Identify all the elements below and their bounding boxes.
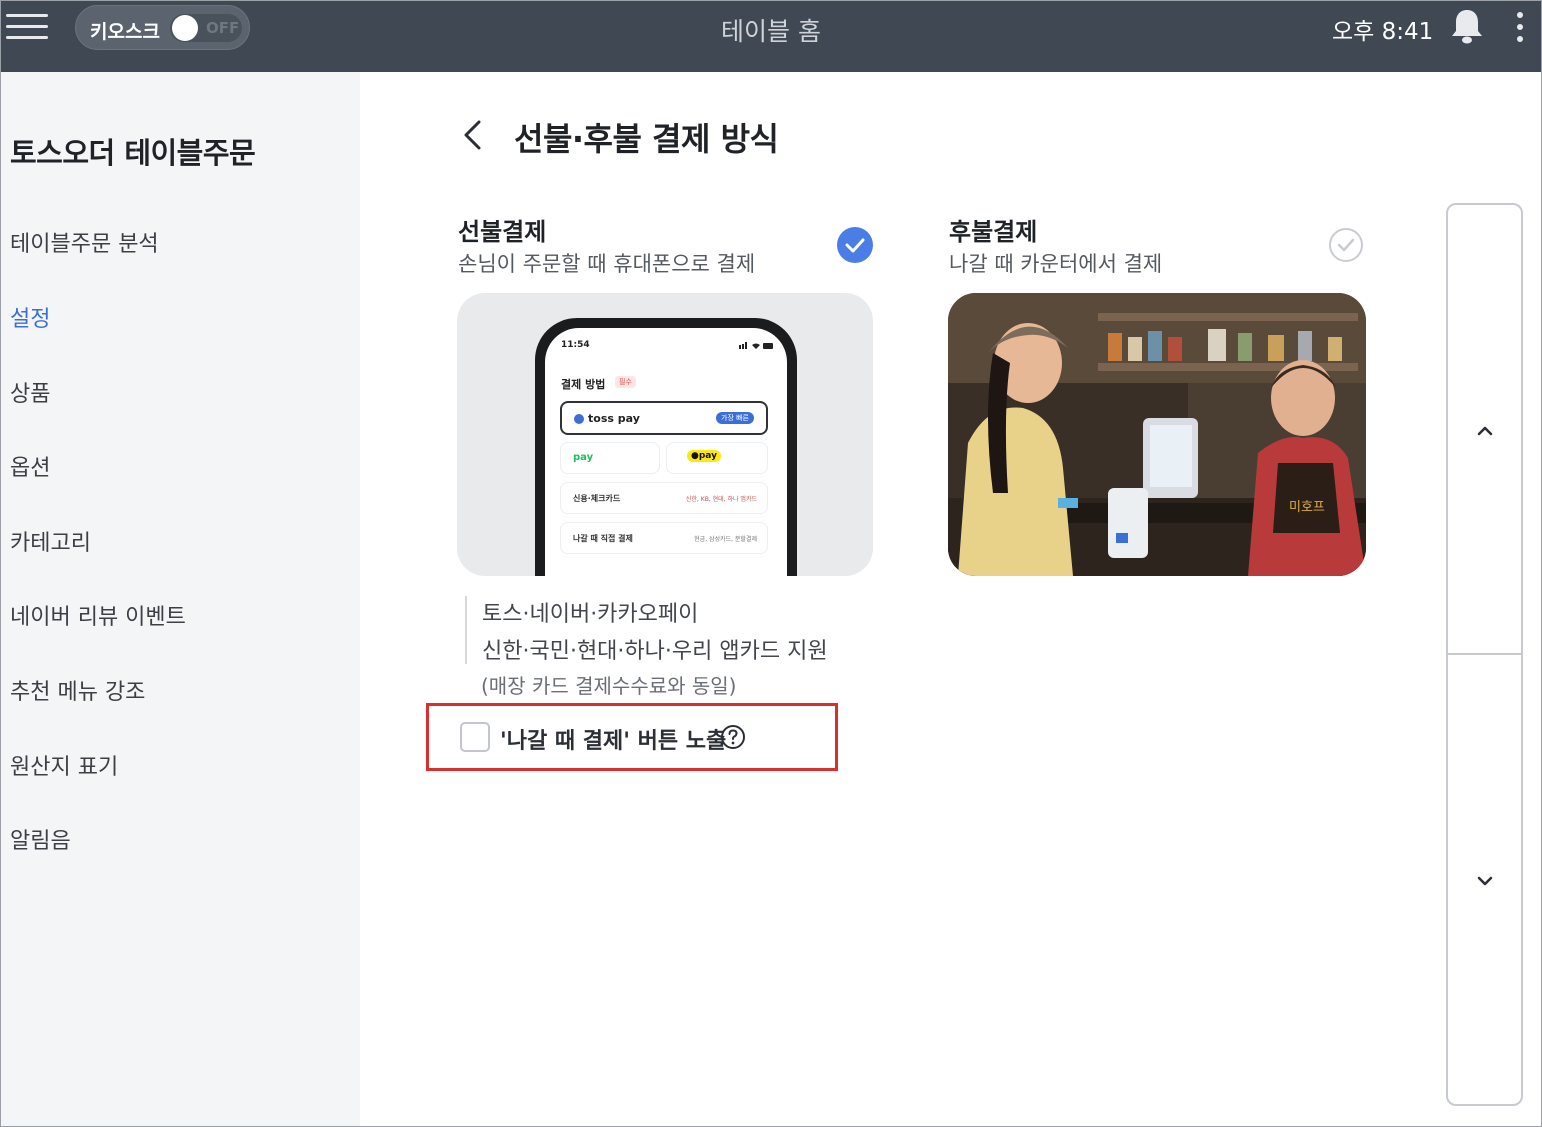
prepay-selected-check[interactable] xyxy=(837,227,873,263)
sidebar-item-options[interactable]: 옵션 xyxy=(10,450,50,482)
apron-text: 미호프 xyxy=(1289,500,1325,515)
card-option-note: 신한, KB, 현대, 하나 앱카드 xyxy=(685,496,757,503)
postpay-title[interactable]: 후불결제 xyxy=(949,212,1037,247)
tosspay-tag: 가장 빠른 xyxy=(716,412,754,424)
postpay-photo-card[interactable]: 미호프 xyxy=(948,293,1366,576)
sidebar-item-products[interactable]: 상품 xyxy=(10,376,50,408)
prepay-illustration-card[interactable]: 11:54 결제 방법 필수 toss pay 가장 빠른 pay ●pay 신… xyxy=(457,293,873,576)
scroll-up-button[interactable] xyxy=(1448,205,1521,655)
tosspay-logo-icon xyxy=(574,414,584,424)
prepay-desc-line-2: 신한·국민·현대·하나·우리 앱카드 지원 xyxy=(482,639,828,664)
top-title: 테이블 홈 xyxy=(721,17,821,46)
sidebar-item-categories[interactable]: 카테고리 xyxy=(10,525,91,557)
phone-required-badge: 필수 xyxy=(615,376,636,388)
pay-later-button-label[interactable]: '나갈 때 결제' 버튼 노출 xyxy=(500,723,726,755)
sidebar-item-origin-label[interactable]: 원산지 표기 xyxy=(10,749,118,781)
phone-mockup: 11:54 결제 방법 필수 toss pay 가장 빠른 pay ●pay 신… xyxy=(535,318,797,576)
postpay-subtitle: 나갈 때 카운터에서 결제 xyxy=(949,252,1163,276)
phone-kakaopay-option: ●pay xyxy=(666,442,768,474)
chevron-down-icon xyxy=(1477,876,1493,886)
check-icon xyxy=(1337,238,1355,252)
prepay-desc-line-1: 토스·네이버·카카오페이 xyxy=(482,602,699,627)
prepay-subtitle: 손님이 주문할 때 휴대폰으로 결제 xyxy=(458,252,756,276)
postpay-unselected-check[interactable] xyxy=(1329,228,1363,262)
cafe-counter-photo: 미호프 xyxy=(948,293,1366,576)
scroll-panel xyxy=(1446,203,1523,1106)
kebab-menu-icon[interactable] xyxy=(1512,10,1528,44)
pay-later-note: 현금, 삼성카드, 분할결제 xyxy=(694,536,757,543)
phone-status-icons xyxy=(739,342,773,349)
page-title: 선불·후불 결제 방식 xyxy=(514,120,779,158)
sidebar-item-analysis[interactable]: 테이블주문 분석 xyxy=(10,226,159,258)
sidebar-item-notification-sound[interactable]: 알림음 xyxy=(10,823,71,855)
help-icon[interactable] xyxy=(720,724,746,750)
phone-card-option: 신용·체크카드 신한, KB, 현대, 하나 앱카드 xyxy=(560,482,768,514)
phone-pay-later-option: 나갈 때 직접 결제 현금, 삼성카드, 분할결제 xyxy=(560,522,768,554)
card-option-label: 신용·체크카드 xyxy=(573,494,621,503)
sidebar-item-naver-review-event[interactable]: 네이버 리뷰 이벤트 xyxy=(10,599,186,631)
sidebar-title: 토스오더 테이블주문 xyxy=(10,136,256,170)
phone-npay-option: pay xyxy=(560,442,660,474)
phone-screen: 11:54 결제 방법 필수 toss pay 가장 빠른 pay ●pay 신… xyxy=(545,328,787,576)
prepay-title[interactable]: 선불결제 xyxy=(458,212,546,247)
top-bar: 키오스크 OFF 테이블 홈 오후 8:41 xyxy=(0,0,1542,72)
bell-icon[interactable] xyxy=(1450,8,1484,46)
kakaopay-label: ●pay xyxy=(687,450,721,462)
description-divider xyxy=(465,596,467,664)
prepay-fee-note: (매장 카드 결제수수료와 동일) xyxy=(481,674,737,698)
check-icon xyxy=(845,238,865,253)
pay-later-button-checkbox[interactable] xyxy=(460,722,490,752)
sidebar-item-recommended-menu[interactable]: 추천 메뉴 강조 xyxy=(10,674,145,706)
phone-payment-heading: 결제 방법 xyxy=(561,378,606,391)
sidebar: 토스오더 테이블주문 테이블주문 분석 설정 상품 옵션 카테고리 네이버 리뷰… xyxy=(0,72,360,1127)
clock-time: 오후 8:41 xyxy=(1332,19,1434,45)
back-chevron-icon[interactable] xyxy=(458,118,488,152)
tosspay-label: toss pay xyxy=(588,412,640,425)
chevron-up-icon xyxy=(1477,426,1493,436)
pay-later-label: 나갈 때 직접 결제 xyxy=(573,534,633,543)
sidebar-item-settings[interactable]: 설정 xyxy=(10,301,50,333)
npay-label: pay xyxy=(573,452,594,463)
scroll-down-button[interactable] xyxy=(1448,656,1521,1104)
phone-tosspay-option: toss pay 가장 빠른 xyxy=(560,401,768,435)
phone-time: 11:54 xyxy=(561,340,590,350)
